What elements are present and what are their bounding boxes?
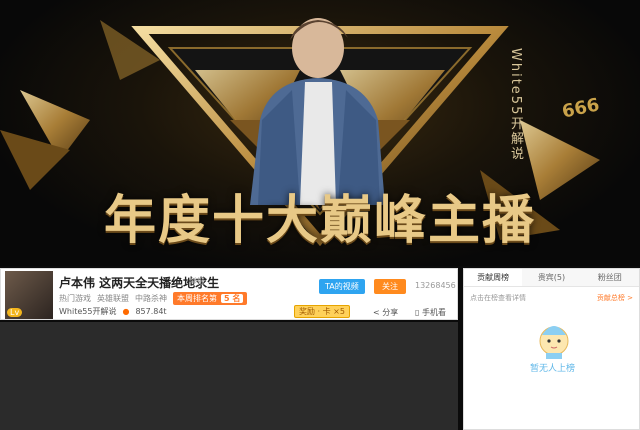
ranking-panel: 贡献周榜 贵宾(5) 粉丝团 点击在榜查看详情 贡献总榜 > 暂无人上榜 <box>463 268 640 430</box>
banner-title: 年度十大巅峰主播 <box>103 191 536 251</box>
anchor-avatar[interactable]: Lv <box>5 271 53 319</box>
category-link[interactable]: 热门游戏 <box>59 293 91 304</box>
streamer-figure <box>250 18 385 205</box>
follow-button[interactable]: 关注 <box>374 279 406 294</box>
tab-vip[interactable]: 贵宾(5) <box>522 269 580 286</box>
week-rank-badge[interactable]: 本周排名第 5 名 <box>173 292 248 305</box>
streamer-banner: White55开解说 666 年度十大巅峰主播 <box>0 0 640 266</box>
phone-watch-button[interactable]: ▯ 手机看 <box>415 307 446 318</box>
total-rank-link[interactable]: 贡献总榜 > <box>597 293 633 303</box>
live-room-page: White55开解说 666 年度十大巅峰主播 Lv 卢本伟 这两天全天播绝地求… <box>0 0 640 430</box>
anchor-name[interactable]: White55开解说 <box>59 306 116 317</box>
share-button[interactable]: < 分享 <box>373 307 398 318</box>
ranking-tabs: 贡献周榜 贵宾(5) 粉丝团 <box>464 269 639 287</box>
empty-ranking-text: 暂无人上榜 <box>529 364 575 374</box>
category-row: 热门游戏 英雄联盟 中路杀神 本周排名第 5 名 <box>59 292 248 305</box>
room-info-bar: Lv 卢本伟 这两天全天播绝地求生 举报 热门游戏 英雄联盟 中路杀神 本周排名… <box>0 268 458 320</box>
league-tag[interactable]: 中路杀神 <box>135 293 167 304</box>
subcategory-link[interactable]: 英雄联盟 <box>97 293 129 304</box>
reward-button[interactable]: 奖励 · 卡 ×5 <box>294 305 350 318</box>
anchor-row: White55开解说 ● 857.84t <box>59 306 167 317</box>
level-badge: Lv <box>7 308 23 317</box>
tab-weekly-contribution[interactable]: 贡献周榜 <box>464 269 523 286</box>
video-player[interactable] <box>0 322 458 430</box>
ta-videos-button[interactable]: TA的视频 <box>319 279 365 294</box>
fire-icon: ● <box>122 307 130 316</box>
tab-fan-club[interactable]: 粉丝团 <box>581 269 639 286</box>
rank-hint: 点击在榜查看详情 <box>470 294 526 302</box>
report-link[interactable]: 举报 <box>189 276 205 287</box>
phone-icon: ▯ <box>415 308 422 317</box>
share-icon: < <box>373 308 383 317</box>
mascot-icon <box>539 326 569 359</box>
heat-value: 857.84t <box>135 307 167 316</box>
follow-count: 13268456 <box>415 281 456 290</box>
banner-vertical-text: White55开解说 <box>508 48 523 162</box>
